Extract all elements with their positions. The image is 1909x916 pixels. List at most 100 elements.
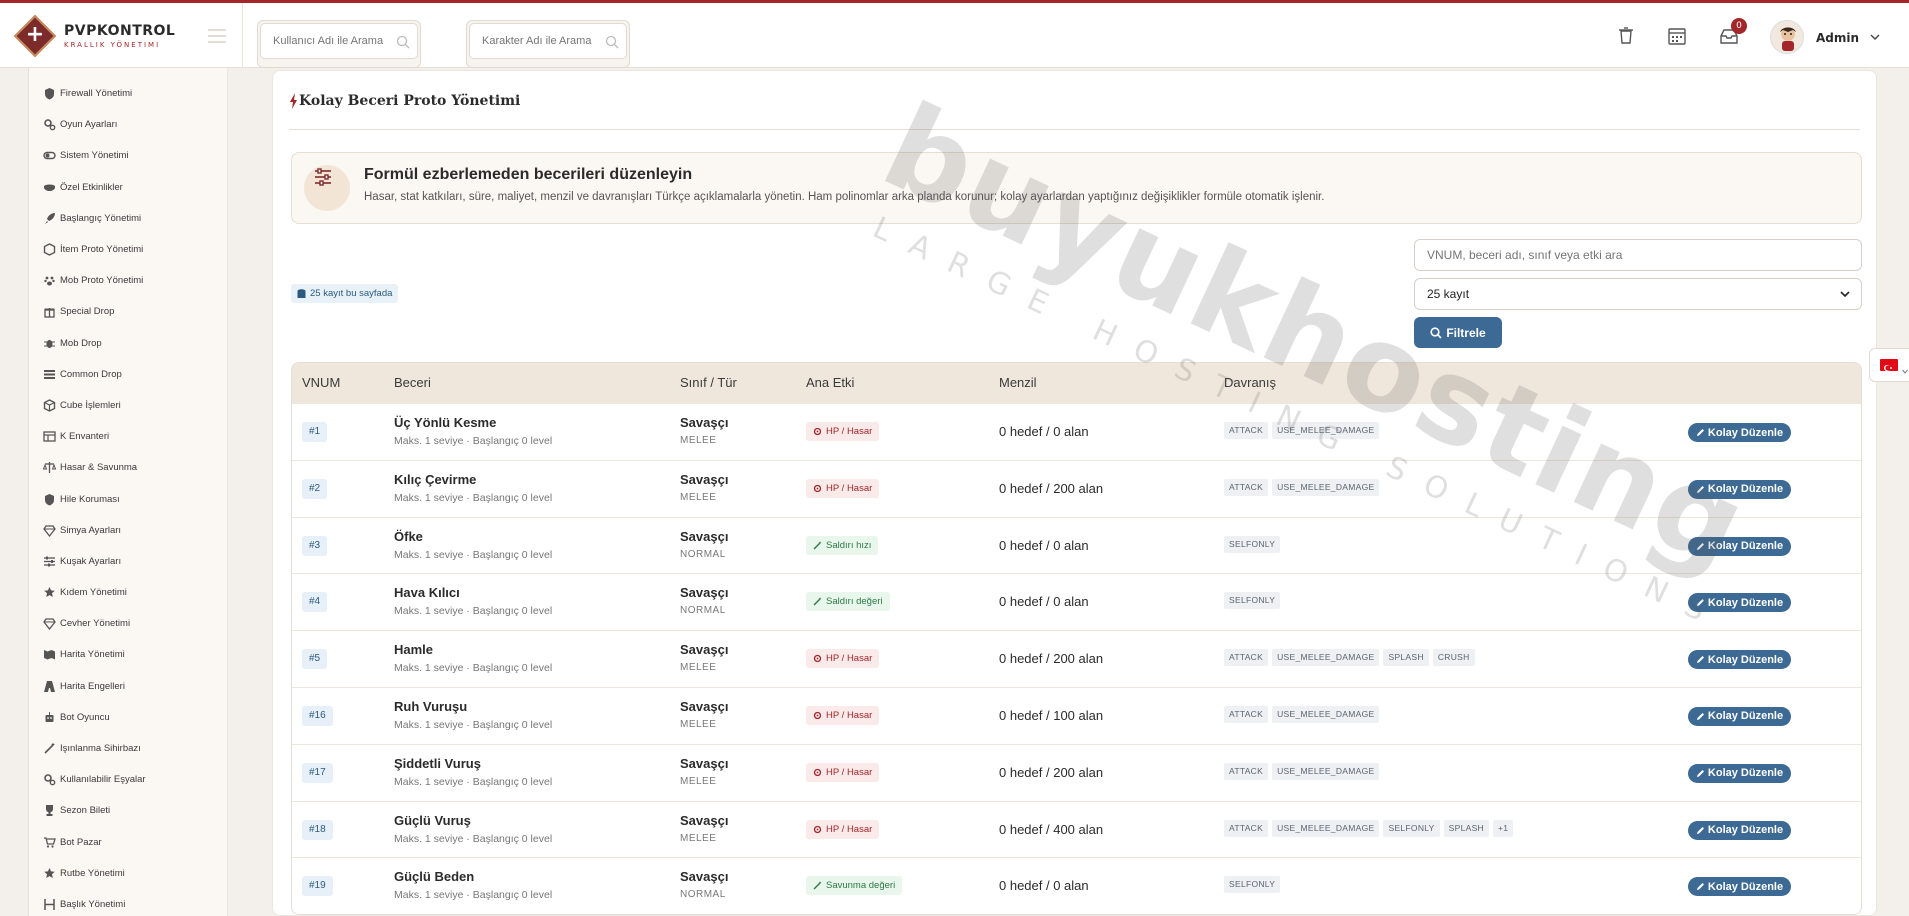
skill-search-input[interactable]: [1414, 239, 1862, 271]
sidebar-item[interactable]: Mob Proto Yönetimi: [29, 265, 227, 296]
skill-name: Şiddetli Vuruş: [394, 755, 481, 771]
vnum-badge[interactable]: #1: [302, 422, 328, 442]
range-value: 0 hedef / 200 alan: [999, 764, 1104, 780]
vnum-badge[interactable]: #16: [302, 705, 333, 726]
sidebar-item[interactable]: Harita Yönetimi: [29, 639, 227, 670]
page-header: Kolay Beceri Proto Yönetimi: [289, 93, 520, 109]
column-header-skill[interactable]: Beceri: [394, 375, 431, 390]
sidebar-item[interactable]: Cube İşlemleri: [29, 390, 227, 421]
column-header-vnum[interactable]: VNUM: [302, 375, 340, 390]
menu-toggle-icon[interactable]: [208, 29, 226, 47]
sidebar-item[interactable]: Bot Oyuncu: [29, 702, 227, 733]
class-name: Savaşçı: [680, 698, 729, 714]
behavior-tag: ATTACK: [1224, 705, 1269, 723]
banner-description: Hasar, stat katkıları, süre, maliyet, me…: [364, 191, 1325, 203]
sidebar-item[interactable]: Harita Engelleri: [29, 671, 227, 702]
sidebar-item[interactable]: Hasar & Savunma: [29, 452, 227, 483]
sidebar-item[interactable]: Hile Koruması: [29, 483, 227, 514]
search-icon[interactable]: [605, 35, 619, 49]
easy-edit-button[interactable]: Kolay Düzenle: [1688, 479, 1791, 499]
sidebar-item[interactable]: Sistem Yönetimi: [29, 140, 227, 171]
sidebar-item[interactable]: Rutbe Yönetimi: [29, 858, 227, 889]
sidebar-item[interactable]: Firewall Yönetimi: [29, 78, 227, 109]
sidebar-item[interactable]: Special Drop: [29, 296, 227, 327]
vnum-badge[interactable]: #4: [302, 592, 328, 613]
class-type: MELEE: [680, 662, 717, 674]
calendar-icon[interactable]: [1665, 24, 1689, 48]
brand[interactable]: + PVPKONTROL KRALLIK YÖNETIMI: [0, 3, 243, 68]
inbox-button[interactable]: 0: [1717, 18, 1747, 48]
easy-edit-button[interactable]: Kolay Düzenle: [1688, 536, 1791, 556]
sidebar-item-label: Common Drop: [60, 368, 122, 380]
sidebar-item[interactable]: İtem Proto Yönetimi: [29, 234, 227, 265]
easy-edit-button[interactable]: Kolay Düzenle: [1688, 593, 1791, 613]
sidebar-item[interactable]: Bot Pazar: [29, 827, 227, 858]
sidebar-item[interactable]: Common Drop: [29, 359, 227, 390]
sidebar-item[interactable]: Oyun Ayarları: [29, 109, 227, 140]
pencil-icon: [1696, 542, 1704, 550]
class-type: MELEE: [680, 435, 717, 446]
easy-edit-button[interactable]: Kolay Düzenle: [1688, 650, 1791, 670]
sidebar-item[interactable]: Mob Drop: [29, 328, 227, 359]
sidebar-item[interactable]: Başlık Yönetimi: [29, 889, 227, 916]
sidebar-item[interactable]: Kıdem Yönetimi: [29, 577, 227, 608]
behavior-tag: ATTACK: [1224, 762, 1269, 780]
easy-edit-button[interactable]: Kolay Düzenle: [1688, 706, 1791, 726]
char-search-input[interactable]: [469, 23, 627, 59]
easy-edit-button[interactable]: Kolay Düzenle: [1688, 763, 1791, 783]
class-name: Savaşçı: [680, 755, 729, 771]
robot-icon: [45, 711, 54, 722]
language-switcher[interactable]: [1869, 348, 1909, 382]
range-value: 0 hedef / 0 alan: [999, 424, 1089, 439]
column-header-effect[interactable]: Ana Etki: [806, 375, 854, 390]
range-value: 0 hedef / 0 alan: [999, 594, 1089, 610]
easy-edit-button[interactable]: Kolay Düzenle: [1688, 423, 1791, 442]
per-page-select[interactable]: 25 kayıt: [1414, 278, 1862, 310]
column-header-range[interactable]: Menzil: [999, 375, 1037, 390]
sidebar-item[interactable]: Kuşak Ayarları: [29, 546, 227, 577]
vnum-badge[interactable]: #18: [302, 819, 333, 840]
sidebar-item-label: Kuşak Ayarları: [60, 555, 122, 567]
vnum-badge[interactable]: #19: [302, 876, 333, 897]
behavior-tag: CRUSH: [1432, 649, 1475, 667]
chevron-down-icon: [1840, 291, 1850, 298]
behavior-tags: ATTACK USE_MELEE_DAMAGE: [1224, 762, 1383, 780]
table-row: #2 Kılıç Çevirme Maks. 1 seviye · Başlan…: [292, 459, 1861, 517]
table-row: #16 Ruh Vuruşu Maks. 1 seviye · Başlangı…: [292, 686, 1861, 744]
sidebar-item[interactable]: Simya Ayarları: [29, 515, 227, 546]
sidebar-item[interactable]: Cevher Yönetimi: [29, 608, 227, 639]
effect-badge: HP / Hasar: [806, 478, 880, 498]
chevron-down-icon[interactable]: [1870, 33, 1880, 41]
vnum-badge[interactable]: #5: [302, 649, 328, 670]
sidebar-item[interactable]: Kullanılabilir Eşyalar: [29, 764, 227, 795]
filter-button[interactable]: Filtrele: [1414, 317, 1502, 348]
skill-level-info: Maks. 1 seviye · Başlangıç 0 level: [394, 491, 553, 504]
column-header-behavior[interactable]: Davranış: [1224, 375, 1276, 390]
easy-edit-button[interactable]: Kolay Düzenle: [1688, 877, 1791, 897]
sidebar-item-label: Cube İşlemleri: [60, 399, 121, 411]
user-search-input[interactable]: [260, 23, 418, 59]
sidebar-item[interactable]: K Envanteri: [29, 421, 227, 452]
wand-icon: [44, 742, 55, 754]
easy-edit-button[interactable]: Kolay Düzenle: [1688, 820, 1791, 840]
database-icon: [297, 288, 306, 298]
column-header-class[interactable]: Sınıf / Tür: [680, 375, 737, 390]
sidebar-item[interactable]: Sezon Bileti: [29, 795, 227, 826]
skill-level-info: Maks. 1 seviye · Başlangıç 0 level: [394, 435, 553, 447]
pencil-icon: [1696, 599, 1704, 607]
sidebar-item-label: Firewall Yönetimi: [60, 88, 133, 100]
sidebar-item-label: Harita Engelleri: [60, 680, 125, 692]
admin-name[interactable]: Admin: [1816, 31, 1859, 45]
search-icon[interactable]: [396, 35, 410, 49]
table-row: #3 Öfke Maks. 1 seviye · Başlangıç 0 lev…: [292, 516, 1861, 574]
sidebar-item[interactable]: Başlangıç Yönetimi: [29, 203, 227, 234]
skill-name: Hava Kılıcı: [394, 585, 460, 601]
sidebar-item[interactable]: Işınlanma Sihirbazı: [29, 733, 227, 764]
vnum-badge[interactable]: #2: [302, 478, 328, 499]
avatar[interactable]: [1770, 20, 1804, 54]
bug-icon: [44, 339, 55, 348]
vnum-badge[interactable]: #17: [302, 762, 333, 783]
trash-icon[interactable]: [1614, 24, 1638, 48]
sidebar-item[interactable]: Özel Etkinlikler: [29, 172, 227, 203]
vnum-badge[interactable]: #3: [302, 535, 328, 556]
